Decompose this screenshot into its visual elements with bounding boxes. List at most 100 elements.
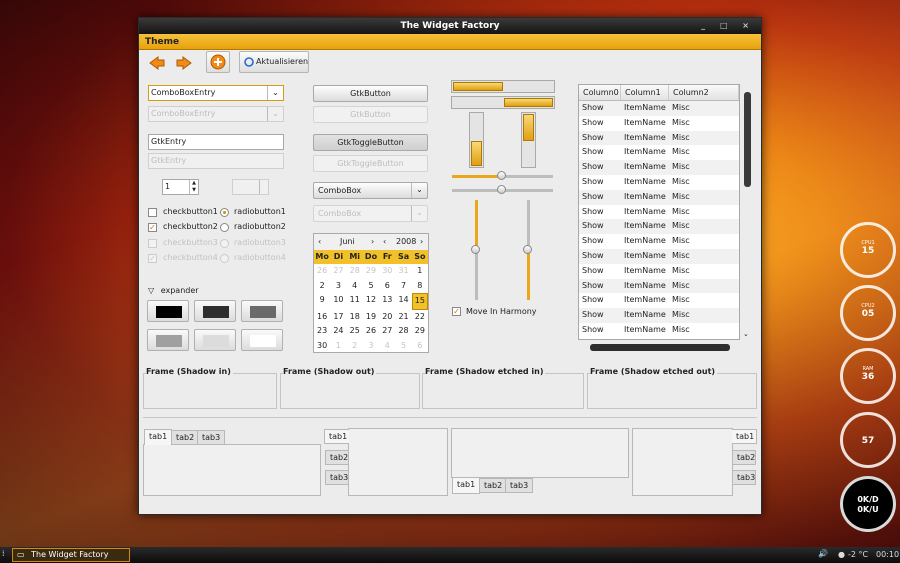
prev-month-icon[interactable]: ‹ (318, 234, 321, 250)
next-month-icon[interactable]: › (371, 234, 374, 250)
notebook-top-tab3[interactable]: tab3 (197, 430, 226, 445)
calendar-day[interactable]: 27 (330, 264, 346, 279)
horizontal-scrollbar[interactable] (590, 344, 730, 351)
chevron-down-icon[interactable]: ⌄ (267, 86, 283, 100)
gtk-entry[interactable]: GtkEntry (148, 134, 284, 150)
column1-header[interactable]: Column1 (621, 85, 669, 100)
calendar-day[interactable]: 1 (412, 264, 428, 279)
notebook-bottom-tab2[interactable]: tab2 (479, 478, 508, 493)
calendar-day[interactable]: 15 (411, 293, 428, 310)
tree-scrollbar[interactable]: ⌄ (742, 92, 752, 342)
notebook-right-tab3[interactable]: tab3 (732, 470, 756, 485)
notebook-left-tab2[interactable]: tab2 (325, 450, 349, 465)
hscale-2[interactable] (452, 185, 553, 194)
calendar-day[interactable]: 8 (412, 279, 428, 294)
calendar-day[interactable]: 26 (314, 264, 330, 279)
calendar-day[interactable]: 6 (412, 339, 428, 354)
scrollbar-thumb[interactable] (744, 92, 751, 187)
table-row[interactable]: Show ItemName Misc (579, 234, 739, 249)
combobox-entry[interactable]: ComboBoxEntry ⌄ (148, 85, 284, 101)
calendar-day[interactable]: 31 (395, 264, 411, 279)
add-button[interactable] (206, 51, 230, 73)
calendar-day[interactable]: 22 (412, 310, 428, 325)
calendar-day[interactable]: 16 (314, 310, 330, 325)
notebook-left-tab1[interactable]: tab1 (324, 429, 349, 444)
prev-year-icon[interactable]: ‹ (383, 234, 386, 250)
table-row[interactable]: Show ItemName Misc (579, 308, 739, 323)
menu-launcher-icon[interactable]: ⁞ (2, 549, 5, 558)
table-row[interactable]: Show ItemName Misc (579, 293, 739, 308)
refresh-button[interactable]: Aktualisieren (239, 51, 309, 73)
table-row[interactable]: Show ItemName Misc (579, 116, 739, 131)
calendar-day[interactable]: 29 (363, 264, 379, 279)
calendar-day[interactable]: 2 (347, 339, 363, 354)
column0-header[interactable]: Column0 (579, 85, 621, 100)
calendar-day[interactable]: 28 (347, 264, 363, 279)
table-row[interactable]: Show ItemName Misc (579, 219, 739, 235)
menu-theme[interactable]: Theme (139, 34, 185, 50)
tree-view[interactable]: Column0 Column1 Column2 Show ItemName Misc… (578, 84, 740, 340)
calendar-day[interactable]: 26 (363, 324, 379, 339)
calendar-day[interactable]: 23 (314, 324, 330, 339)
calendar-day[interactable]: 27 (379, 324, 395, 339)
radiobutton2[interactable] (220, 223, 229, 232)
calendar[interactable]: ‹ Juni › ‹ 2008 › Mo Di Mi Do Fr Sa So 26 27 28 2… (313, 233, 429, 353)
calendar-day[interactable]: 29 (412, 324, 428, 339)
notebook-left-tab3[interactable]: tab3 (325, 470, 349, 485)
calendar-day[interactable]: 18 (347, 310, 363, 325)
vscale-1[interactable] (471, 200, 480, 300)
table-row[interactable]: Show ItemName Misc (579, 160, 739, 175)
color-swatch-gray[interactable] (241, 300, 283, 322)
notebook-right-tab2[interactable]: tab2 (732, 450, 756, 465)
checkbutton2[interactable]: ✓ (148, 223, 157, 232)
expander[interactable]: ▽ expander (148, 286, 199, 295)
calendar-day[interactable]: 28 (395, 324, 411, 339)
notebook-right-tab1[interactable]: tab1 (732, 429, 757, 444)
calendar-day[interactable]: 9 (314, 293, 330, 310)
calendar-day[interactable]: 7 (395, 279, 411, 294)
notebook-bottom-tab3[interactable]: tab3 (505, 478, 534, 493)
calendar-day[interactable]: 4 (347, 279, 363, 294)
table-row[interactable]: Show ItemName Misc (579, 278, 739, 294)
hscale-1-knob[interactable] (497, 171, 506, 180)
scroll-down-icon[interactable]: ⌄ (743, 330, 749, 338)
calendar-day[interactable]: 17 (330, 310, 346, 325)
vscale-2[interactable] (523, 200, 532, 300)
calendar-day[interactable]: 24 (330, 324, 346, 339)
calendar-day[interactable]: 3 (363, 339, 379, 354)
calendar-day[interactable]: 21 (395, 310, 411, 325)
color-swatch-darkgray[interactable] (194, 300, 236, 322)
notebook-top-tab2[interactable]: tab2 (171, 430, 200, 445)
gtk-button[interactable]: GtkButton (313, 85, 428, 102)
table-row[interactable]: Show ItemName Misc (579, 130, 739, 146)
notebook-bottom-tab1[interactable]: tab1 (452, 478, 481, 494)
next-year-icon[interactable]: › (420, 234, 423, 250)
table-row[interactable]: Show ItemName Misc (579, 145, 739, 160)
calendar-day[interactable]: 2 (314, 279, 330, 294)
table-row[interactable]: Show ItemName Misc (579, 189, 739, 205)
window-controls[interactable]: _ □ × (701, 18, 755, 34)
color-swatch-lightgray[interactable] (194, 329, 236, 351)
color-swatch-midgray[interactable] (147, 329, 189, 351)
calendar-day[interactable]: 25 (347, 324, 363, 339)
notebook-top-tab1[interactable]: tab1 (144, 429, 173, 445)
calendar-day[interactable]: 14 (395, 293, 411, 310)
hscale-1[interactable] (452, 171, 553, 180)
calendar-day[interactable]: 3 (330, 279, 346, 294)
calendar-day[interactable]: 10 (330, 293, 346, 310)
forward-button[interactable] (175, 55, 193, 71)
calendar-day[interactable]: 4 (379, 339, 395, 354)
calendar-day[interactable]: 12 (363, 293, 379, 310)
vscale-1-knob[interactable] (471, 245, 480, 254)
column2-header[interactable]: Column2 (669, 85, 739, 100)
gtk-toggle-button[interactable]: GtkToggleButton (313, 134, 428, 151)
spin-button[interactable]: 1 ▲ ▼ (162, 179, 199, 195)
calendar-day[interactable]: 13 (379, 293, 395, 310)
table-row[interactable]: Show ItemName Misc (579, 323, 739, 338)
vscale-2-knob[interactable] (523, 245, 532, 254)
calendar-day[interactable]: 1 (330, 339, 346, 354)
table-row[interactable]: Show ItemName Misc (579, 264, 739, 279)
move-in-harmony-checkbox[interactable]: ✓ (452, 307, 461, 316)
radiobutton1[interactable] (220, 208, 229, 217)
table-row[interactable]: Show ItemName Misc (579, 205, 739, 220)
